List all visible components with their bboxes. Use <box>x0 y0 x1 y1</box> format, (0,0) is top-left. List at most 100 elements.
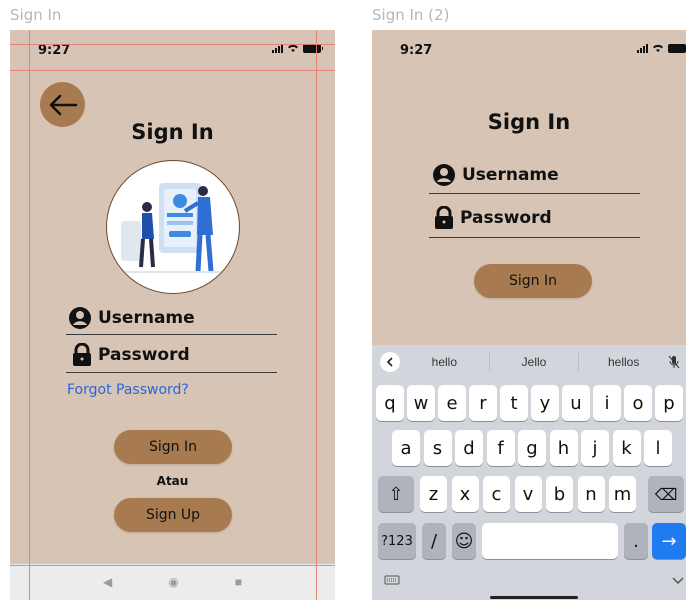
key-f[interactable]: f <box>486 430 515 466</box>
status-bar: 9:27 <box>372 30 686 70</box>
user-circle-icon <box>433 164 455 186</box>
layout-guide-right <box>316 30 317 600</box>
nav-home-icon[interactable]: ◉ <box>168 575 178 589</box>
key-k[interactable]: k <box>612 430 641 466</box>
sign-up-button[interactable]: Sign Up <box>114 498 232 532</box>
phone-frame-sign-in-2: 9:27 Sign In Username Password Sign In h… <box>372 30 686 600</box>
sign-in-button[interactable]: Sign In <box>474 264 592 298</box>
status-icons <box>637 43 686 53</box>
key-q[interactable]: q <box>376 385 404 421</box>
period-key-label: . <box>633 530 639 552</box>
key-p[interactable]: p <box>655 385 683 421</box>
status-time: 9:27 <box>38 43 71 58</box>
key-t[interactable]: t <box>500 385 528 421</box>
layout-guide-bottom <box>10 565 335 566</box>
period-key[interactable]: . <box>624 523 648 559</box>
username-field[interactable]: Username <box>68 306 195 330</box>
backspace-key[interactable]: ⌫ <box>648 476 684 512</box>
key-n[interactable]: n <box>577 476 605 512</box>
chevron-left-icon <box>386 357 393 367</box>
key-y[interactable]: y <box>531 385 559 421</box>
frame-label-sign-in-2: Sign In (2) <box>372 6 450 24</box>
key-g[interactable]: g <box>518 430 546 466</box>
slash-key-label: / <box>430 530 438 552</box>
password-label: Password <box>98 345 190 365</box>
numbers-key-label: ?123 <box>381 533 413 549</box>
sign-up-button-label: Sign Up <box>145 507 201 523</box>
key-h[interactable]: h <box>549 430 578 466</box>
key-o[interactable]: o <box>624 385 652 421</box>
forgot-password-link[interactable]: Forgot Password? <box>67 382 189 398</box>
username-underline <box>429 193 640 194</box>
password-field[interactable]: Password <box>72 343 190 367</box>
page-title: Sign In <box>131 120 214 144</box>
key-z[interactable]: z <box>420 476 447 512</box>
suggestion-1[interactable]: hello <box>400 355 489 369</box>
on-screen-keyboard: hello Jello hellos qwertyuiop asdfghjkl … <box>372 345 686 600</box>
key-s[interactable]: s <box>423 430 452 466</box>
key-u[interactable]: u <box>562 385 590 421</box>
phone-frame-sign-in: 9:27 Sign In Username Password Forgot Pa… <box>10 30 335 600</box>
password-underline <box>66 372 277 373</box>
enter-icon: → <box>661 530 677 552</box>
illustration-image <box>117 183 229 273</box>
or-text: Atau <box>156 474 189 488</box>
nav-back-icon[interactable]: ◀ <box>103 575 112 589</box>
android-nav-bar: ◀ ◉ ■ <box>10 564 335 600</box>
key-a[interactable]: a <box>392 430 420 466</box>
space-bar[interactable] <box>482 523 618 559</box>
username-underline <box>66 334 277 335</box>
username-label: Username <box>462 165 559 185</box>
key-l[interactable]: l <box>644 430 672 466</box>
lock-icon <box>435 206 453 229</box>
sign-in-button-label: Sign In <box>509 273 557 289</box>
key-r[interactable]: r <box>469 385 497 421</box>
sign-in-button[interactable]: Sign In <box>114 430 232 464</box>
collapse-suggestions-button[interactable] <box>380 352 400 372</box>
status-time: 9:27 <box>400 43 433 58</box>
status-bar: 9:27 <box>10 30 335 70</box>
suggestion-3[interactable]: hellos <box>579 355 668 369</box>
password-field[interactable]: Password <box>434 206 552 230</box>
backspace-icon: ⌫ <box>654 484 678 504</box>
key-w[interactable]: w <box>407 385 435 421</box>
user-circle-icon <box>69 307 91 329</box>
nav-recent-icon[interactable]: ■ <box>235 575 242 589</box>
page-title: Sign In <box>487 110 571 134</box>
lock-icon <box>73 343 91 366</box>
keyboard-switch-icon[interactable] <box>384 575 400 585</box>
password-underline <box>429 237 640 238</box>
mic-off-icon[interactable] <box>668 355 680 369</box>
shift-icon: ⇧ <box>388 483 404 505</box>
key-j[interactable]: j <box>581 430 609 466</box>
frame-label-sign-in: Sign In <box>10 6 62 24</box>
signal-icon <box>637 43 648 53</box>
suggestion-2[interactable]: Jello <box>490 355 579 369</box>
slash-key[interactable]: / <box>422 523 446 559</box>
arrow-left-icon <box>49 94 77 115</box>
layout-guide-top-2 <box>10 70 335 71</box>
key-b[interactable]: b <box>546 476 573 512</box>
key-m[interactable]: m <box>609 476 636 512</box>
username-field[interactable]: Username <box>432 163 559 187</box>
emoji-key[interactable]: ☺ <box>452 523 476 559</box>
password-label: Password <box>460 208 552 228</box>
key-e[interactable]: e <box>438 385 466 421</box>
emoji-icon: ☺ <box>454 530 474 552</box>
chevron-down-icon[interactable] <box>672 577 684 585</box>
signin-illustration <box>106 160 240 294</box>
key-d[interactable]: d <box>455 430 483 466</box>
sign-in-button-label: Sign In <box>149 439 197 455</box>
key-v[interactable]: v <box>514 476 542 512</box>
key-i[interactable]: i <box>593 385 621 421</box>
shift-key[interactable]: ⇧ <box>378 476 414 512</box>
enter-key[interactable]: → <box>652 523 686 559</box>
wifi-icon <box>653 44 663 52</box>
suggestion-bar: hello Jello hellos <box>372 345 686 379</box>
layout-guide-top <box>10 44 335 45</box>
key-c[interactable]: c <box>483 476 510 512</box>
key-x[interactable]: x <box>451 476 479 512</box>
layout-guide-left <box>29 30 30 600</box>
numbers-key[interactable]: ?123 <box>378 523 416 559</box>
battery-icon <box>668 43 686 53</box>
